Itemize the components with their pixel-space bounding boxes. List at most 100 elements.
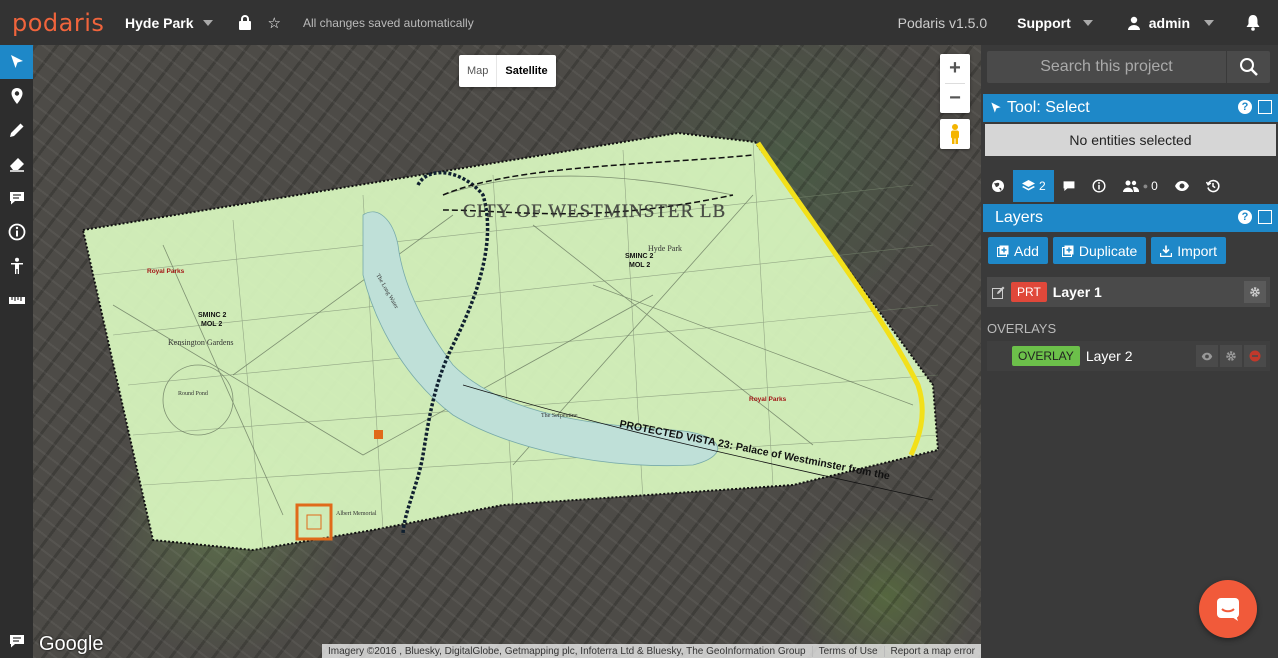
duplicate-label: Duplicate [1078,242,1138,259]
chevron-down-icon [203,19,214,26]
user-icon [1127,16,1140,30]
add-label: Add [1014,242,1039,259]
zoom-in-button[interactable]: + [940,54,970,83]
layer-row[interactable]: PRT Layer 1 [987,277,1270,307]
app-logo[interactable]: podaris [12,9,112,37]
overlay-visibility-button[interactable] [1196,345,1218,367]
search-input[interactable] [987,51,1226,83]
street-view-button[interactable] [940,119,970,149]
map-canvas[interactable]: CITY OF WESTMINSTER LB PROTECTED VISTA 2… [33,45,981,658]
expand-icon[interactable] [1258,210,1272,224]
support-menu[interactable]: Support [1017,15,1093,31]
tab-info[interactable] [1084,170,1114,202]
pin-tool-button[interactable] [0,79,33,113]
albert-memorial-label: Albert Memorial [336,511,377,517]
eraser-icon [9,158,24,172]
zoom-out-button[interactable]: − [940,84,970,113]
globe-icon [992,180,1004,192]
kensington-label: Kensington Gardens [168,338,234,347]
users-dot: ● [1142,181,1149,191]
comment-icon [9,192,24,205]
tab-comments[interactable] [1054,170,1084,202]
map-attribution: Imagery ©2016 , Bluesky, DigitalGlobe, G… [322,644,981,658]
layer-name: Layer 1 [1052,284,1102,300]
select-arrow-icon [10,55,23,68]
project-name: Hyde Park [125,14,194,31]
gear-icon [1226,351,1236,361]
eye-icon [1174,181,1189,191]
art-gallery-marker [374,430,383,439]
overlay-settings-button[interactable] [1220,345,1242,367]
mol-left-label: MOL 2 [201,321,222,328]
overlay-row[interactable]: OVERLAY Layer 2 [987,341,1270,371]
info-tool-button[interactable] [0,215,33,249]
edit-icon[interactable] [992,286,1005,299]
person-tool-button[interactable] [0,249,33,283]
comment-icon [9,635,24,648]
help-icon[interactable]: ? [1238,100,1252,114]
tab-users[interactable]: ● 0 [1114,170,1166,202]
map-overlay-layer: CITY OF WESTMINSTER LB PROTECTED VISTA 2… [81,131,940,552]
overlays-section-label: OVERLAYS [987,321,1057,336]
layer-type-badge: PRT [1011,282,1047,302]
map-pin-icon [11,88,22,104]
royal-parks-right-label: Royal Parks [749,396,787,403]
project-selector[interactable]: Hyde Park [125,14,214,31]
mol-right-label: MOL 2 [629,262,650,269]
pencil-icon [9,123,23,137]
help-icon[interactable]: ? [1238,210,1252,224]
tab-visibility[interactable] [1166,170,1198,202]
info-icon [8,223,25,241]
chevron-down-icon [1204,19,1214,26]
chat-toggle-button[interactable] [0,624,33,658]
royal-parks-left-label: Royal Parks [147,268,185,275]
select-tool-button[interactable] [0,45,33,79]
add-layer-button[interactable]: Add [988,237,1048,264]
import-label: Import [1177,242,1217,259]
chat-bubble-icon [1217,598,1239,621]
terms-link[interactable]: Terms of Use [811,645,884,657]
sminc-left-label: SMINC 2 [198,312,227,319]
support-label: Support [1017,14,1071,31]
tab-history[interactable] [1198,170,1228,202]
measure-tool-button[interactable] [0,283,33,317]
search-icon [1239,58,1258,76]
layer-actions: Add Duplicate Import [988,237,1226,264]
duplicate-layer-button[interactable]: Duplicate [1052,237,1147,264]
user-menu[interactable]: admin [1127,15,1214,31]
lock-icon[interactable] [237,15,253,31]
tool-header: Tool: Select ? [983,94,1278,122]
selection-status: No entities selected [985,124,1276,156]
project-search [987,51,1270,83]
right-panel: Tool: Select ? No entities selected 2 ● … [981,45,1278,658]
google-logo: Google [39,633,104,655]
select-arrow-icon [991,102,1001,113]
layer-settings-button[interactable] [1244,281,1266,303]
map-type-satellite-button[interactable]: Satellite [497,55,555,87]
bell-icon[interactable] [1244,14,1262,32]
panel-tabs: 2 ● 0 [983,170,1278,202]
import-layer-button[interactable]: Import [1151,237,1226,264]
layers-header: Layers ? [983,204,1278,232]
draw-tool-button[interactable] [0,113,33,147]
overlay-remove-button[interactable] [1244,345,1266,367]
support-chat-button[interactable] [1199,580,1257,638]
erase-tool-button[interactable] [0,147,33,181]
chevron-down-icon [1082,19,1093,26]
star-icon[interactable]: ☆ [267,14,280,32]
map-type-map-button[interactable]: Map [459,55,498,87]
expand-icon[interactable] [1258,100,1272,114]
version-label: Podaris v1.5.0 [897,14,988,31]
tab-world[interactable] [983,170,1013,202]
person-icon [10,257,23,274]
info-icon [1092,179,1106,193]
report-error-link[interactable]: Report a map error [883,645,981,657]
top-bar: podaris Hyde Park ☆ All changes saved au… [0,0,1278,45]
serpentine-label: The Serpentine [541,413,578,419]
history-icon [1205,179,1220,193]
overlay-type-badge: OVERLAY [1012,346,1080,366]
search-button[interactable] [1226,51,1270,83]
comment-tool-button[interactable] [0,181,33,215]
ruler-icon [8,297,25,304]
tab-layers[interactable]: 2 [1013,170,1054,202]
